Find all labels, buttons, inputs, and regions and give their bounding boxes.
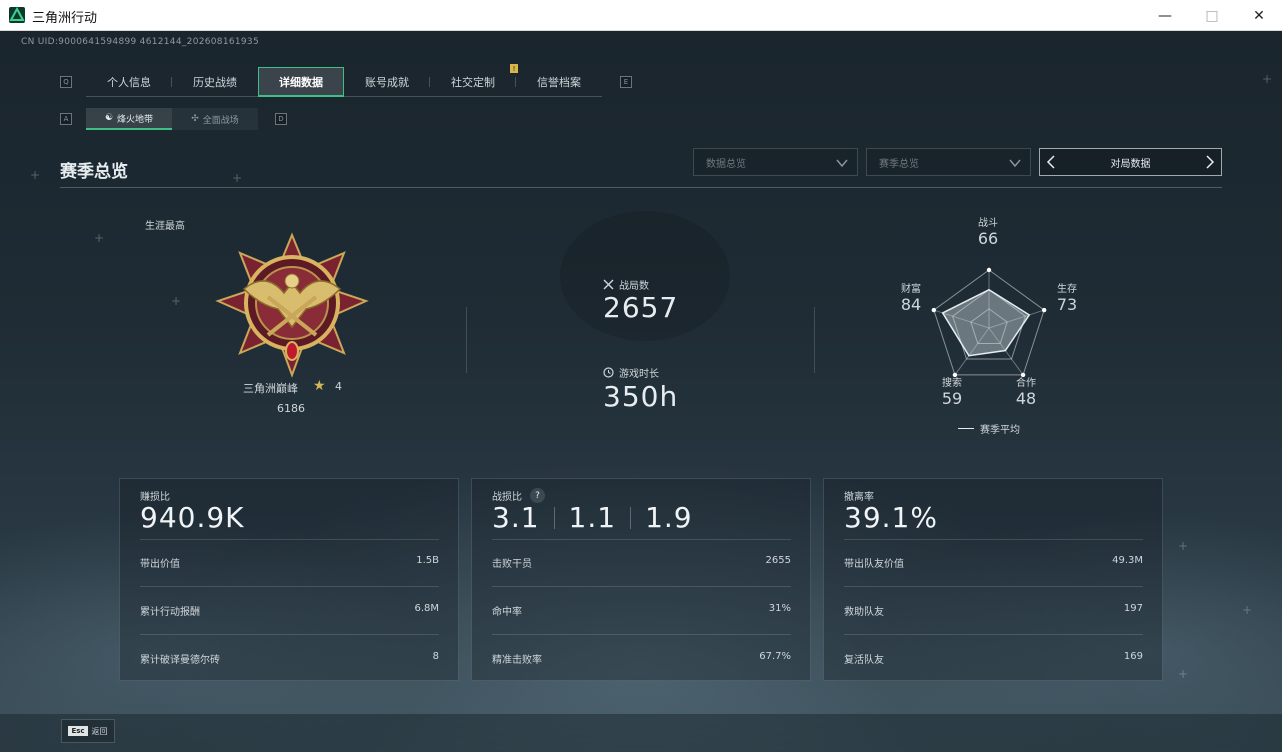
extraction-card: 撤离率 39.1% 带出队友价值 49.3M 救助队友 197 复活队友 169 bbox=[823, 478, 1163, 681]
stat-row: 救助队友 197 bbox=[844, 603, 1143, 618]
crosshair-decor-icon: + bbox=[171, 294, 182, 308]
tab-warfare-mode[interactable]: ✣ 全面战场 bbox=[172, 108, 258, 130]
star-icon: ★ bbox=[313, 378, 326, 394]
crosshair-decor-icon: + bbox=[1178, 667, 1189, 681]
rank-name: 三角洲巅峰 bbox=[243, 382, 298, 395]
playtime-value: 350h bbox=[603, 380, 679, 413]
kd-card: 战损比 ? 3.1 1.1 1.9 击败干员 2655 命中率 31% 精准击败率 6… bbox=[471, 478, 811, 681]
chevron-left-icon[interactable] bbox=[1044, 154, 1058, 170]
prev-tab-key-hint[interactable]: Q bbox=[60, 76, 72, 88]
matches-label: 战局数 bbox=[603, 277, 649, 292]
stat-row: 带出队友价值 49.3M bbox=[844, 555, 1143, 570]
card-divider bbox=[844, 634, 1143, 635]
prev-subtab-key-hint[interactable]: A bbox=[60, 113, 72, 125]
crosshair-decor-icon: + bbox=[1178, 539, 1189, 553]
minimize-icon[interactable]: — bbox=[1142, 0, 1188, 31]
warfare-mode-icon: ✣ bbox=[191, 114, 199, 124]
kd-values: 3.1 1.1 1.9 bbox=[492, 501, 693, 534]
game-window: + + + + + + + + CN UID:9000641594899 461… bbox=[0, 31, 1282, 752]
crosshair-decor-icon: + bbox=[1262, 72, 1273, 86]
crosshair-decor-icon: + bbox=[30, 168, 41, 182]
match-data-selector[interactable]: 对局数据 bbox=[1039, 148, 1222, 176]
tab-match-history[interactable]: 历史战绩 bbox=[172, 67, 258, 97]
next-subtab-key-hint[interactable]: D bbox=[275, 113, 287, 125]
clock-icon bbox=[603, 367, 614, 378]
tab-personal-info[interactable]: 个人信息 bbox=[86, 67, 172, 97]
column-divider bbox=[466, 307, 467, 373]
chevron-right-icon[interactable] bbox=[1203, 154, 1217, 170]
section-divider bbox=[60, 187, 1222, 188]
radar-axis-search: 搜索 59 bbox=[941, 378, 963, 408]
stat-row: 复活队友 169 bbox=[844, 651, 1143, 666]
mode-tabs: ☯ 烽火地带 ✣ 全面战场 bbox=[86, 108, 258, 130]
card-divider bbox=[140, 586, 439, 587]
card-divider bbox=[844, 586, 1143, 587]
card-divider bbox=[492, 539, 791, 540]
tab-operations-mode[interactable]: ☯ 烽火地带 bbox=[86, 108, 172, 130]
user-uid: CN UID:9000641594899 4612144_20260816193… bbox=[21, 37, 259, 47]
playtime-label: 游戏时长 bbox=[603, 365, 659, 380]
stat-row: 累计破译曼德尔砖 8 bbox=[140, 651, 439, 666]
radar-vertex-point bbox=[931, 307, 937, 313]
rank-score: 6186 bbox=[277, 402, 305, 415]
window-titlebar: 三角洲行动 — □ ✕ bbox=[0, 0, 1282, 31]
crosshair-decor-icon: + bbox=[94, 231, 105, 245]
radar-vertex-point bbox=[986, 267, 992, 273]
card-big-value: 940.9K bbox=[140, 501, 245, 534]
card-divider bbox=[492, 586, 791, 587]
card-divider bbox=[140, 539, 439, 540]
radar-vertex-point bbox=[1041, 307, 1047, 313]
operations-mode-icon: ☯ bbox=[104, 113, 114, 123]
main-tabs: 个人信息 历史战绩 详细数据 账号成就 社交定制 信誉档案 bbox=[86, 67, 602, 97]
notification-badge: ! bbox=[510, 64, 518, 73]
card-divider bbox=[140, 634, 439, 635]
radar-legend: 赛季平均 bbox=[958, 421, 1020, 436]
rank-medal-icon bbox=[215, 232, 369, 378]
radar-axis-combat: 战斗 66 bbox=[977, 218, 999, 248]
data-overview-dropdown[interactable]: 数据总览 bbox=[693, 148, 858, 176]
next-tab-key-hint[interactable]: E bbox=[620, 76, 632, 88]
tab-detailed-data[interactable]: 详细数据 bbox=[258, 67, 344, 97]
tab-achievements[interactable]: 账号成就 bbox=[344, 67, 430, 97]
tab-social-custom[interactable]: 社交定制 bbox=[430, 67, 516, 97]
section-title: 赛季总览 bbox=[60, 162, 128, 182]
chevron-down-icon bbox=[836, 159, 848, 168]
stat-row: 击败干员 2655 bbox=[492, 555, 791, 570]
legend-line-icon bbox=[958, 428, 974, 429]
back-button[interactable]: Esc 返回 bbox=[61, 719, 115, 743]
stat-row: 命中率 31% bbox=[492, 603, 791, 618]
stat-row: 累计行动报酬 6.8M bbox=[140, 603, 439, 618]
radar-axis-survival: 生存 73 bbox=[1056, 284, 1078, 314]
close-icon[interactable]: ✕ bbox=[1236, 0, 1282, 31]
crosshair-decor-icon: + bbox=[1242, 603, 1253, 617]
maximize-icon[interactable]: □ bbox=[1189, 0, 1235, 31]
bottom-bar bbox=[0, 714, 1282, 752]
crossed-swords-icon bbox=[603, 279, 614, 290]
card-divider bbox=[492, 634, 791, 635]
chevron-down-icon bbox=[1009, 159, 1021, 168]
radar-axis-wealth: 财富 84 bbox=[900, 284, 922, 314]
crosshair-decor-icon: + bbox=[232, 171, 243, 185]
rank-star-count: 4 bbox=[335, 380, 342, 393]
stat-row: 带出价值 1.5B bbox=[140, 555, 439, 570]
esc-key-hint: Esc bbox=[68, 726, 88, 736]
column-divider bbox=[814, 307, 815, 373]
stat-row: 精准击败率 67.7% bbox=[492, 651, 791, 666]
card-divider bbox=[844, 539, 1143, 540]
tab-reputation[interactable]: 信誉档案 bbox=[516, 67, 602, 97]
career-best-label: 生涯最高 bbox=[145, 221, 185, 232]
card-big-value: 39.1% bbox=[844, 501, 938, 534]
season-overview-dropdown[interactable]: 赛季总览 bbox=[866, 148, 1031, 176]
matches-value: 2657 bbox=[603, 291, 679, 324]
radar-axis-cooperation: 合作 48 bbox=[1015, 378, 1037, 408]
profit-card: 赚损比 940.9K 带出价值 1.5B 累计行动报酬 6.8M 累计破译曼德尔砖 8 bbox=[119, 478, 459, 681]
delta-force-logo-icon bbox=[9, 7, 25, 23]
window-title: 三角洲行动 bbox=[32, 11, 98, 26]
